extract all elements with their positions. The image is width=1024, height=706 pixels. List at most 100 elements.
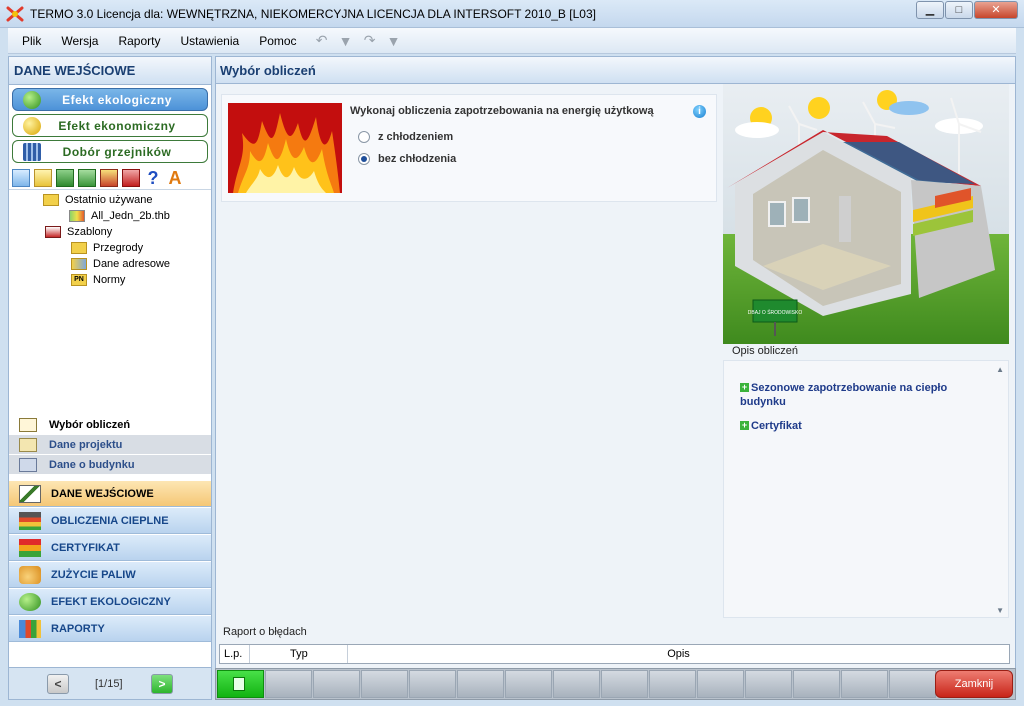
- subnav-wybor-obliczen[interactable]: Wybór obliczeń: [9, 415, 211, 435]
- heat-calc-icon: [19, 511, 41, 530]
- delete-icon[interactable]: [122, 169, 140, 187]
- radiator-icon: [23, 142, 41, 161]
- window-controls: ▁ □ ✕: [915, 1, 1018, 19]
- next-page-button[interactable]: >: [151, 674, 173, 694]
- nav-certyfikat[interactable]: CERTYFIKAT: [9, 535, 211, 561]
- reports-icon: [19, 619, 41, 638]
- opis-item-certyfikat[interactable]: + Certyfikat: [740, 419, 980, 433]
- nav-zuzycie-paliw[interactable]: ZUŻYCIE PALIW: [9, 562, 211, 588]
- sub-navigation: Wybór obliczeń Dane projektu Dane o budy…: [9, 415, 211, 475]
- pager: < [1/15] >: [9, 667, 211, 699]
- option-bez-chlodzenia[interactable]: bez chłodzenia: [358, 153, 456, 165]
- save-icon[interactable]: [56, 169, 74, 187]
- toolbar-segment: [553, 670, 600, 698]
- tree-przegrody[interactable]: Przegrody: [9, 240, 211, 256]
- document-icon-button[interactable]: [217, 670, 264, 698]
- info-icon[interactable]: i: [693, 105, 706, 118]
- tree-label: Przegrody: [93, 242, 144, 254]
- calculation-title: Wykonaj obliczenia zapotrzebowania na en…: [350, 105, 654, 117]
- raport-label: Raport o błędach: [223, 626, 307, 638]
- save-as-icon[interactable]: [78, 169, 96, 187]
- module-efekt-ekonomiczny[interactable]: Efekt ekonomiczny: [12, 114, 208, 137]
- bottom-toolbar: Zamknij: [215, 668, 1016, 700]
- calculation-options-panel: Wykonaj obliczenia zapotrzebowania na en…: [221, 94, 717, 202]
- opis-item-sezonowe[interactable]: + Sezonowe zapotrzebowanie na ciepło budy…: [740, 381, 980, 409]
- menu-wersja[interactable]: Wersja: [51, 34, 108, 48]
- eco-sign-text: DBAJ O ŚRODOWISKO: [748, 308, 803, 316]
- option-z-chlodzeniem[interactable]: z chłodzeniem: [358, 131, 453, 143]
- app-logo-icon: [6, 6, 24, 22]
- subnav-label: Dane projektu: [49, 438, 123, 451]
- tree-dane-adresowe[interactable]: Dane adresowe: [9, 256, 211, 272]
- menu-plik[interactable]: Plik: [8, 34, 51, 48]
- toolbar-segment: [649, 670, 696, 698]
- nav-dane-wejsciowe[interactable]: DANE WEJŚCIOWE: [9, 481, 211, 507]
- opis-item-label: Certyfikat: [751, 420, 802, 432]
- subnav-dane-o-budynku[interactable]: Dane o budynku: [9, 455, 211, 475]
- templates-icon: [45, 226, 61, 238]
- column-lp[interactable]: L.p.: [220, 645, 250, 663]
- toolbar-segment: [793, 670, 840, 698]
- menu-ustawienia[interactable]: Ustawienia: [171, 34, 250, 48]
- calculation-icon: [19, 417, 37, 432]
- column-typ[interactable]: Typ: [250, 645, 348, 663]
- module-label: Efekt ekonomiczny: [58, 118, 176, 133]
- window-title: TERMO 3.0 Licencja dla: WEWNĘTRZNA, NIEK…: [30, 7, 596, 21]
- scroll-down-icon[interactable]: ▼: [996, 606, 1004, 615]
- module-efekt-ekologiczny[interactable]: Efekt ekologiczny: [12, 88, 208, 111]
- nav-efekt-ekologiczny[interactable]: EFEKT EKOLOGICZNY: [9, 589, 211, 615]
- module-dobor-grzejnikow[interactable]: Dobór grzejników: [12, 140, 208, 163]
- certificate-icon: [19, 538, 41, 557]
- redo-dropdown-icon[interactable]: ▼: [385, 33, 403, 49]
- toolbar-segment: [265, 670, 312, 698]
- undo-icon[interactable]: ↶: [313, 32, 331, 49]
- tree-label: Dane adresowe: [93, 258, 171, 270]
- maximize-button[interactable]: □: [945, 1, 973, 19]
- radio-button-selected[interactable]: [358, 153, 370, 165]
- option-label: bez chłodzenia: [378, 153, 457, 165]
- minimize-button[interactable]: ▁: [916, 1, 944, 19]
- building-icon: [19, 457, 37, 472]
- nav-label: OBLICZENIA CIEPLNE: [51, 514, 169, 527]
- subnav-dane-projektu[interactable]: Dane projektu: [9, 435, 211, 455]
- module-label: Dobór grzejników: [62, 144, 172, 159]
- nav-label: EFEKT EKOLOGICZNY: [51, 595, 171, 608]
- nav-obliczenia-cieplne[interactable]: OBLICZENIA CIEPLNE: [9, 508, 211, 534]
- tree-recent[interactable]: Ostatnio używane: [9, 192, 211, 208]
- redo-icon[interactable]: ↷: [361, 32, 379, 49]
- expand-icon[interactable]: +: [740, 383, 749, 392]
- nav-label: DANE WEJŚCIOWE: [51, 487, 154, 500]
- help-icon[interactable]: ?: [144, 169, 162, 187]
- leaf-icon: [19, 592, 41, 611]
- subnav-label: Wybór obliczeń: [49, 418, 131, 431]
- menu-pomoc[interactable]: Pomoc: [249, 34, 306, 48]
- zamknij-button[interactable]: Zamknij: [935, 670, 1013, 698]
- tree-templates[interactable]: Szablony: [9, 224, 211, 240]
- fuel-icon: [19, 565, 41, 584]
- expand-icon[interactable]: +: [740, 421, 749, 430]
- undo-dropdown-icon[interactable]: ▼: [337, 33, 355, 49]
- open-folder-icon[interactable]: [34, 169, 52, 187]
- nav-raporty[interactable]: RAPORTY: [9, 616, 211, 642]
- scroll-up-icon[interactable]: ▲: [996, 365, 1004, 374]
- tree-normy[interactable]: PN Normy: [9, 272, 211, 288]
- tree-label: All_Jedn_2b.thb: [91, 210, 170, 222]
- pn-norm-icon: PN: [71, 274, 87, 286]
- column-opis[interactable]: Opis: [348, 645, 1009, 663]
- leaf-icon: [23, 90, 41, 109]
- new-folder-icon[interactable]: [12, 169, 30, 187]
- opis-panel: + Sezonowe zapotrzebowanie na ciepło budy…: [723, 360, 1009, 618]
- previous-page-button[interactable]: <: [47, 674, 69, 694]
- save-template-icon[interactable]: [100, 169, 118, 187]
- title-bar: TERMO 3.0 Licencja dla: WEWNĘTRZNA, NIEK…: [0, 0, 1024, 28]
- pencil-icon: [19, 484, 41, 503]
- menu-raporty[interactable]: Raporty: [108, 34, 170, 48]
- content-area: Wykonaj obliczenia zapotrzebowania na en…: [215, 84, 1016, 668]
- toolbar-segment: [697, 670, 744, 698]
- opis-item-label: Sezonowe zapotrzebowanie na ciepło budyn…: [740, 382, 948, 408]
- close-window-button[interactable]: ✕: [974, 1, 1018, 19]
- tree-recent-file[interactable]: All_Jedn_2b.thb: [9, 208, 211, 224]
- drawing-tool-icon[interactable]: A: [166, 169, 184, 187]
- radio-button[interactable]: [358, 131, 370, 143]
- fire-image: [228, 103, 342, 193]
